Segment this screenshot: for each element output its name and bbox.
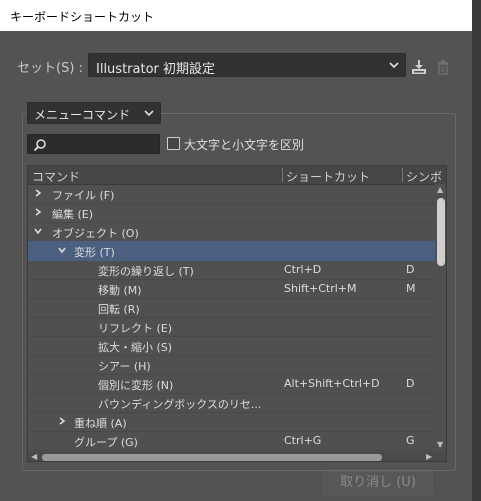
column-header-shortcut[interactable]: ショートカット [286,168,370,185]
column-divider[interactable] [402,168,403,182]
shortcut-table: コマンド ショートカット シンボ ファイル (F) 編集 (E) オブジェクト … [27,165,447,462]
command-type-dropdown[interactable]: メニューコマンド [27,102,161,124]
table-row[interactable]: グループ (G) Ctrl+G G [28,431,435,451]
shortcut-cell[interactable]: Alt+Shift+Ctrl+D [284,377,380,390]
column-divider[interactable] [282,168,283,182]
table-row[interactable]: 編集 (E) [28,203,435,223]
table-row[interactable]: 移動 (M) Shift+Ctrl+M M [28,279,435,299]
table-row[interactable]: 変形の繰り返し (T) Ctrl+D D [28,260,435,280]
scroll-up-icon[interactable]: ▲ [437,185,443,194]
shortcut-cell[interactable]: Shift+Ctrl+M [284,282,357,295]
table-row[interactable]: 拡大・縮小 (S) [28,336,435,356]
table-row[interactable]: バウンディングボックスのリセ... [28,393,435,413]
chevron-right-icon[interactable] [34,208,42,216]
case-sensitive-label: 大文字と小文字を区別 [184,138,305,152]
table-row[interactable]: 回転 (R) [28,298,435,318]
vertical-scrollbar[interactable]: ▲ ▼ [435,184,446,452]
set-label: セット(S) : [17,61,83,76]
window-title: キーボードショートカット [10,10,155,24]
table-row[interactable]: ファイル (F) [28,184,435,204]
delete-set-icon[interactable] [434,58,452,76]
command-cell: 重ね順 (A) [74,417,127,430]
command-cell: シアー (H) [98,360,151,373]
symbol-cell[interactable]: D [406,263,414,276]
table-row[interactable]: 個別に変形 (N) Alt+Shift+Ctrl+D D [28,374,435,394]
command-cell: リフレクト (E) [98,322,173,335]
search-icon [33,139,46,152]
chevron-down-icon[interactable] [58,246,66,254]
column-header-symbol[interactable]: シンボ [406,168,442,185]
command-cell: 変形 (T) [74,246,115,259]
save-set-icon[interactable] [410,58,428,76]
command-cell: 拡大・縮小 (S) [98,341,173,354]
shortcut-cell[interactable]: Ctrl+D [284,263,321,276]
command-cell: 編集 (E) [52,208,94,221]
horizontal-scrollbar[interactable]: ◀ ▶ [28,452,446,461]
command-cell: ファイル (F) [52,189,115,202]
shortcut-cell[interactable]: Ctrl+G [284,434,321,447]
horizontal-scroll-thumb[interactable] [42,454,382,461]
scroll-down-icon[interactable]: ▼ [437,440,443,449]
chevron-right-icon[interactable] [34,189,42,197]
command-cell: 回転 (R) [98,303,140,316]
case-sensitive-checkbox[interactable] [167,137,180,150]
command-cell: 個別に変形 (N) [98,379,174,392]
symbol-cell[interactable]: G [406,434,415,447]
symbol-cell[interactable]: M [406,282,416,295]
search-input[interactable] [27,134,160,154]
chevron-down-icon [389,62,399,69]
scroll-right-icon[interactable]: ▶ [426,452,432,461]
table-body: ファイル (F) 編集 (E) オブジェクト (O) 変形 (T) 変形の繰り返… [28,184,435,452]
table-row[interactable]: オブジェクト (O) [28,222,435,242]
undo-button[interactable]: 取り消し (U) [323,471,433,495]
table-row[interactable]: シアー (H) [28,355,435,375]
chevron-right-icon[interactable] [58,417,66,425]
column-header-command[interactable]: コマンド [32,168,80,185]
command-type-value: メニューコマンド [34,108,131,122]
table-row[interactable]: 重ね順 (A) [28,412,435,432]
table-header: コマンド ショートカット シンボ [28,166,446,185]
title-bar: キーボードショートカット [0,0,472,31]
symbol-cell[interactable]: D [406,377,414,390]
command-cell: 移動 (M) [98,284,142,297]
vertical-scroll-thumb[interactable] [437,198,445,266]
scroll-left-icon[interactable]: ◀ [31,452,37,461]
set-dropdown-value: Illustrator 初期設定 [96,62,216,77]
table-row[interactable]: リフレクト (E) [28,317,435,337]
command-cell: バウンディングボックスのリセ... [98,398,262,411]
command-cell: オブジェクト (O) [52,227,139,240]
command-cell: グループ (G) [74,436,138,449]
chevron-down-icon [144,110,154,117]
window-edge [472,0,481,501]
table-row-selected[interactable]: 変形 (T) [28,241,435,261]
chevron-down-icon[interactable] [34,227,42,235]
set-dropdown[interactable]: Illustrator 初期設定 [88,53,406,77]
command-cell: 変形の繰り返し (T) [98,265,194,278]
